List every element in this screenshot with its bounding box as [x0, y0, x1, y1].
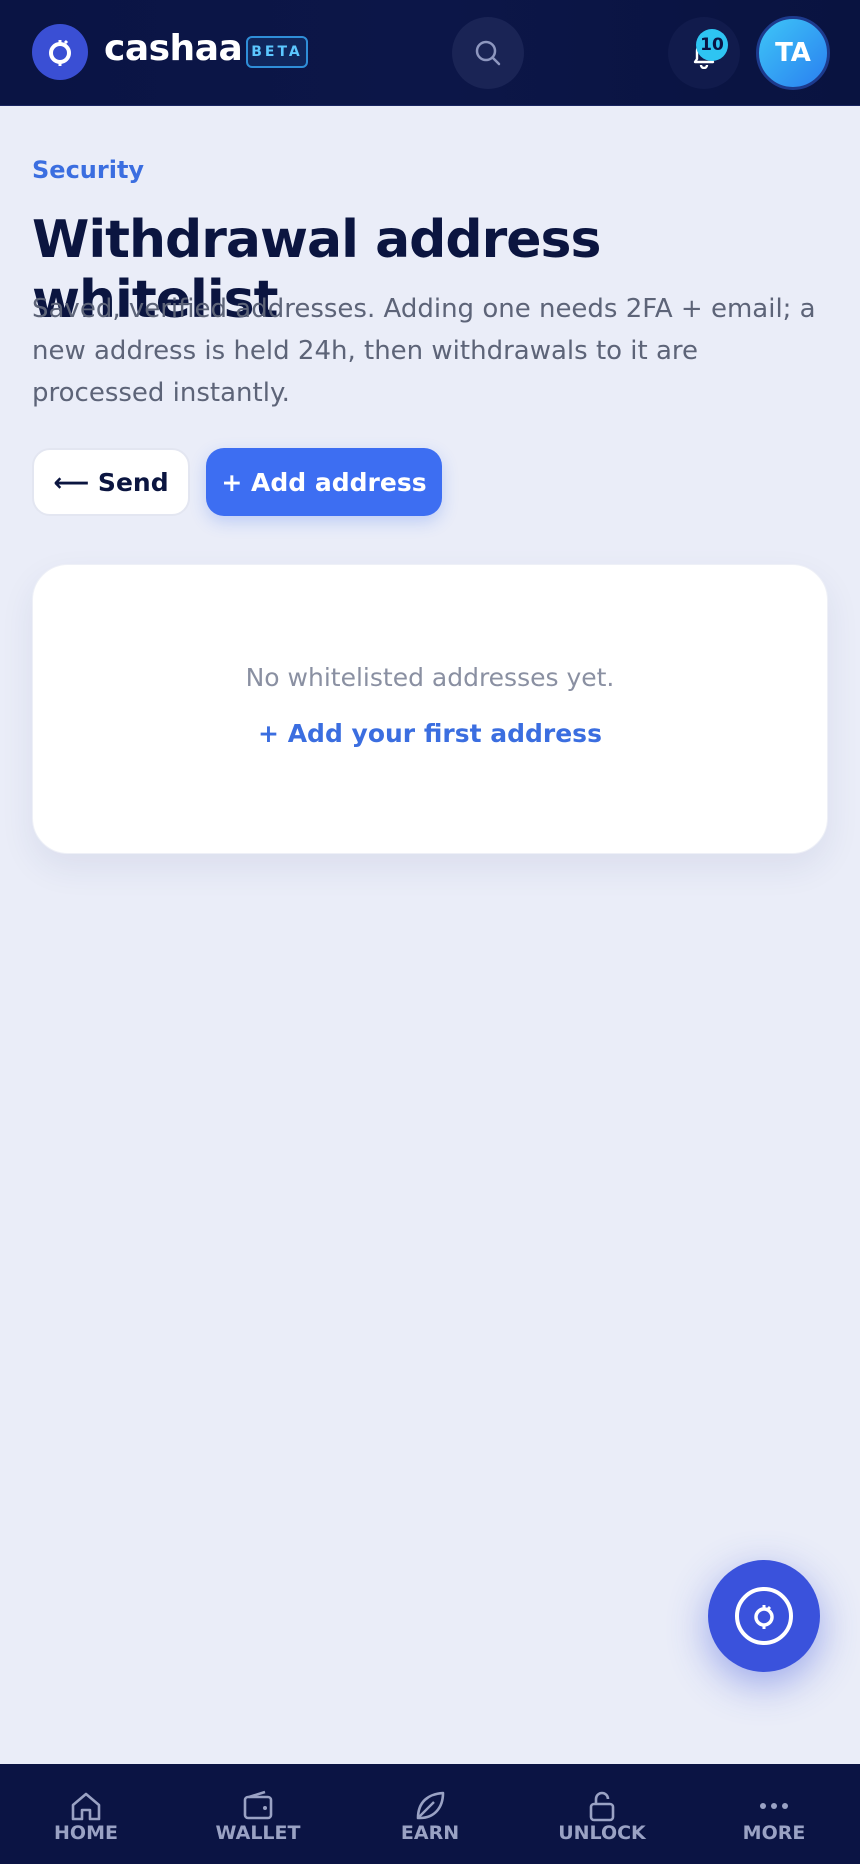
- brand-name[interactable]: cashaa: [104, 28, 243, 69]
- unlock-icon: [589, 1791, 615, 1822]
- home-icon: [71, 1792, 101, 1821]
- nav-item-more[interactable]: MORE: [688, 1764, 860, 1864]
- nav-item-label: UNLOCK: [558, 1822, 646, 1844]
- more-icon: [760, 1803, 788, 1809]
- wallet-icon: [243, 1790, 273, 1820]
- notification-count-badge: 10: [696, 29, 728, 61]
- logo-icon: [735, 1587, 793, 1645]
- send-button[interactable]: ⟵ Send: [32, 448, 190, 516]
- beta-badge: BETA: [246, 36, 308, 68]
- floating-action-button[interactable]: [708, 1560, 820, 1672]
- page-description: Saved, verified addresses. Adding one ne…: [32, 294, 816, 408]
- add-address-button[interactable]: + Add address: [206, 448, 442, 516]
- logo-icon[interactable]: [32, 24, 88, 80]
- nav-item-label: WALLET: [215, 1822, 301, 1844]
- leaf-icon: [416, 1791, 445, 1820]
- top-bar: cashaa BETA 10 TA: [0, 0, 860, 106]
- empty-state-message: No whitelisted addresses yet.: [245, 663, 615, 692]
- nav-item-unlock[interactable]: UNLOCK: [516, 1764, 688, 1864]
- add-first-address-link[interactable]: + Add your first address: [33, 719, 827, 748]
- nav-item-label: EARN: [400, 1822, 460, 1844]
- bottom-nav: HOME WALLET EARN UNLOCK MORE: [0, 1764, 860, 1864]
- search-button[interactable]: [452, 17, 524, 89]
- whitelist-card: No whitelisted addresses yet. + Add your…: [32, 564, 828, 854]
- nav-item-earn[interactable]: EARN: [344, 1764, 516, 1864]
- nav-item-label: HOME: [54, 1822, 118, 1844]
- avatar[interactable]: TA: [756, 16, 830, 90]
- nav-item-label: MORE: [742, 1822, 806, 1844]
- nav-item-wallet[interactable]: WALLET: [172, 1764, 344, 1864]
- search-icon: [475, 40, 501, 66]
- breadcrumb[interactable]: Security: [32, 156, 144, 184]
- nav-item-home[interactable]: HOME: [0, 1764, 172, 1864]
